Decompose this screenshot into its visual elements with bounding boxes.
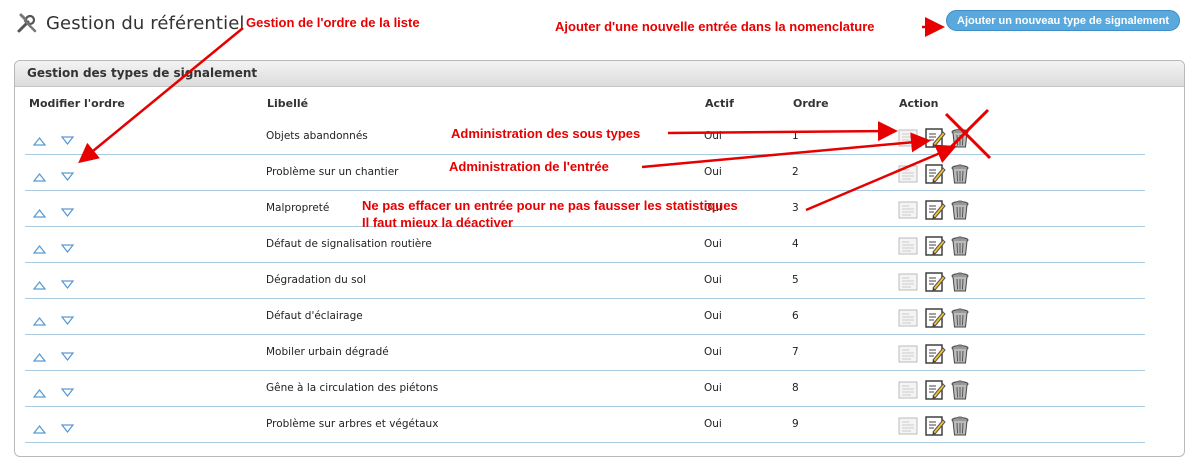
- row-order: 3: [792, 202, 799, 214]
- edit-icon[interactable]: [924, 307, 946, 329]
- panel-title: Gestion des types de signalement: [15, 61, 1184, 87]
- row-order: 8: [792, 382, 799, 394]
- move-down-arrow-icon[interactable]: [60, 383, 75, 398]
- trash-icon[interactable]: [949, 379, 971, 401]
- row-order: 9: [792, 418, 799, 430]
- move-up-arrow-icon[interactable]: [32, 167, 47, 182]
- edit-icon[interactable]: [924, 415, 946, 437]
- subtypes-icon[interactable]: [897, 199, 919, 221]
- row-order: 4: [792, 238, 799, 250]
- trash-icon[interactable]: [949, 271, 971, 293]
- column-header-reorder: Modifier l'ordre: [29, 97, 125, 110]
- row-order: 5: [792, 274, 799, 286]
- table-row: Mobiler urbain dégradé Oui 7: [25, 334, 1145, 371]
- annotation-subtypes: Administration des sous types: [451, 126, 641, 141]
- row-active: Oui: [704, 346, 722, 358]
- row-active: Oui: [704, 166, 722, 178]
- subtypes-icon[interactable]: [897, 271, 919, 293]
- move-down-arrow-icon[interactable]: [60, 311, 75, 326]
- edit-icon[interactable]: [924, 343, 946, 365]
- move-down-arrow-icon[interactable]: [60, 275, 75, 290]
- move-down-arrow-icon[interactable]: [60, 167, 75, 182]
- add-type-button[interactable]: Ajouter un nouveau type de signalement: [946, 10, 1181, 31]
- trash-icon[interactable]: [949, 307, 971, 329]
- move-up-arrow-icon[interactable]: [32, 383, 47, 398]
- trash-icon[interactable]: [949, 199, 971, 221]
- row-label: Malpropreté: [266, 202, 330, 214]
- row-active: Oui: [704, 418, 722, 430]
- row-label: Mobiler urbain dégradé: [266, 346, 389, 358]
- page-title-area: Gestion du référentiel: [16, 12, 244, 34]
- table-row: Défaut de signalisation routière Oui 4: [25, 226, 1145, 263]
- types-panel: Gestion des types de signalement Modifie…: [14, 60, 1185, 457]
- trash-icon[interactable]: [949, 415, 971, 437]
- move-down-arrow-icon[interactable]: [60, 203, 75, 218]
- table-row: Dégradation du sol Oui 5: [25, 262, 1145, 299]
- row-label: Problème sur arbres et végétaux: [266, 418, 439, 430]
- annotation-add: Ajouter d'une nouvelle entrée dans la no…: [555, 19, 875, 34]
- annotation-delete-line1: Ne pas effacer un entrée pour ne pas fau…: [362, 198, 738, 213]
- column-header-order: Ordre: [793, 97, 829, 110]
- subtypes-icon[interactable]: [897, 307, 919, 329]
- row-order: 2: [792, 166, 799, 178]
- subtypes-icon[interactable]: [897, 163, 919, 185]
- row-label: Défaut de signalisation routière: [266, 238, 432, 250]
- annotation-order: Gestion de l'ordre de la liste: [246, 15, 420, 30]
- table-row: Défaut d'éclairage Oui 6: [25, 298, 1145, 335]
- subtypes-icon[interactable]: [897, 415, 919, 437]
- row-active: Oui: [704, 238, 722, 250]
- trash-icon[interactable]: [949, 127, 971, 149]
- edit-icon[interactable]: [924, 271, 946, 293]
- subtypes-icon[interactable]: [897, 235, 919, 257]
- column-header-active: Actif: [705, 97, 734, 110]
- annotation-entry: Administration de l'entrée: [449, 159, 609, 174]
- row-active: Oui: [704, 274, 722, 286]
- move-up-arrow-icon[interactable]: [32, 131, 47, 146]
- column-header-label: Libellé: [267, 97, 309, 110]
- move-up-arrow-icon[interactable]: [32, 203, 47, 218]
- move-up-arrow-icon[interactable]: [32, 239, 47, 254]
- table-row: Problème sur arbres et végétaux Oui 9: [25, 406, 1145, 443]
- edit-icon[interactable]: [924, 127, 946, 149]
- trash-icon[interactable]: [949, 163, 971, 185]
- column-header-action: Action: [899, 97, 939, 110]
- row-order: 6: [792, 310, 799, 322]
- move-up-arrow-icon[interactable]: [32, 311, 47, 326]
- row-active: Oui: [704, 310, 722, 322]
- page-title: Gestion du référentiel: [46, 12, 245, 34]
- row-label: Défaut d'éclairage: [266, 310, 363, 322]
- row-active: Oui: [704, 130, 722, 142]
- tools-icon: [16, 12, 38, 34]
- row-active: Oui: [704, 382, 722, 394]
- table-row: Gêne à la circulation des piétons Oui 8: [25, 370, 1145, 407]
- move-down-arrow-icon[interactable]: [60, 131, 75, 146]
- subtypes-icon[interactable]: [897, 127, 919, 149]
- trash-icon[interactable]: [949, 343, 971, 365]
- edit-icon[interactable]: [924, 379, 946, 401]
- edit-icon[interactable]: [924, 235, 946, 257]
- move-down-arrow-icon[interactable]: [60, 239, 75, 254]
- edit-icon[interactable]: [924, 199, 946, 221]
- move-down-arrow-icon[interactable]: [60, 419, 75, 434]
- move-up-arrow-icon[interactable]: [32, 347, 47, 362]
- row-label: Dégradation du sol: [266, 274, 366, 286]
- row-label: Problème sur un chantier: [266, 166, 399, 178]
- row-order: 7: [792, 346, 799, 358]
- move-up-arrow-icon[interactable]: [32, 275, 47, 290]
- move-up-arrow-icon[interactable]: [32, 419, 47, 434]
- row-order: 1: [792, 130, 799, 142]
- move-down-arrow-icon[interactable]: [60, 347, 75, 362]
- annotation-delete-line2: Il faut mieux la déactiver: [362, 215, 514, 230]
- subtypes-icon[interactable]: [897, 343, 919, 365]
- row-label: Objets abandonnés: [266, 130, 368, 142]
- subtypes-icon[interactable]: [897, 379, 919, 401]
- edit-icon[interactable]: [924, 163, 946, 185]
- trash-icon[interactable]: [949, 235, 971, 257]
- row-label: Gêne à la circulation des piétons: [266, 382, 439, 394]
